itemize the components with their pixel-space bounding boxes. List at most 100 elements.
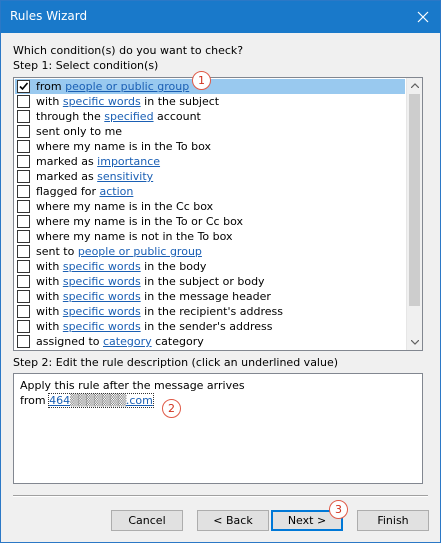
condition-row[interactable]: with specific words in the body [15, 259, 405, 274]
condition-text: marked as [36, 170, 98, 183]
condition-row[interactable]: marked as sensitivity [15, 169, 405, 184]
rule-description-box: Apply this rule after the message arrive… [13, 373, 423, 484]
condition-link[interactable]: specific words [63, 320, 141, 333]
condition-row[interactable]: marked as importance [15, 154, 405, 169]
condition-link[interactable]: sensitivity [97, 170, 153, 183]
condition-row[interactable]: with specific words in the message heade… [15, 289, 405, 304]
condition-link[interactable]: people or public group [65, 80, 189, 93]
condition-row[interactable]: where my name is not in the To box [15, 229, 405, 244]
cancel-button[interactable]: Cancel [111, 510, 183, 531]
condition-link[interactable]: action [100, 185, 134, 198]
condition-text: where my name is in the To or Cc box [36, 215, 243, 228]
condition-text: assigned to [36, 335, 103, 348]
condition-link[interactable]: importance [97, 155, 160, 168]
window-title: Rules Wizard [10, 9, 88, 23]
checkbox-icon[interactable] [17, 200, 30, 213]
condition-link[interactable]: people or public group [78, 245, 202, 258]
checkbox-icon[interactable] [17, 230, 30, 243]
annotation-badge-2: 2 [162, 399, 181, 418]
checkbox-icon[interactable] [17, 155, 30, 168]
condition-text-suffix: account [153, 110, 201, 123]
conditions-list[interactable]: from people or public group with specific… [13, 77, 423, 351]
condition-link[interactable]: specific words [63, 305, 141, 318]
condition-text: where my name is not in the To box [36, 230, 233, 243]
checkbox-icon[interactable] [17, 125, 30, 138]
condition-row[interactable]: with specific words in the sender's addr… [15, 319, 405, 334]
from-address-obscured: ▒▒▒▒▒▒▒ [70, 394, 126, 407]
condition-text: flagged for [36, 185, 100, 198]
condition-row[interactable]: through the specified account [15, 109, 405, 124]
scroll-down-icon[interactable] [407, 335, 422, 350]
condition-link[interactable]: specific words [63, 290, 141, 303]
condition-row[interactable]: with specific words in the subject [15, 94, 405, 109]
question-label: Which condition(s) do you want to check? [13, 44, 244, 57]
condition-row[interactable]: where my name is in the To or Cc box [15, 214, 405, 229]
condition-text: sent to [36, 245, 78, 258]
checkbox-icon[interactable] [17, 140, 30, 153]
finish-button[interactable]: Finish [357, 510, 429, 531]
back-button[interactable]: < Back [197, 510, 269, 531]
condition-text-suffix: in the body [140, 260, 207, 273]
condition-text: through the [36, 110, 105, 123]
from-address-link[interactable]: 464▒▒▒▒▒▒▒.com [48, 393, 154, 408]
condition-text: where my name is in the To box [36, 140, 212, 153]
checkbox-icon[interactable] [17, 245, 30, 258]
scroll-up-icon[interactable] [407, 78, 422, 93]
condition-row[interactable]: where my name is in the To box [15, 139, 405, 154]
condition-row[interactable]: sent only to me [15, 124, 405, 139]
condition-text-suffix: in the message header [140, 290, 271, 303]
checkbox-icon[interactable] [17, 260, 30, 273]
condition-text: sent only to me [36, 125, 123, 138]
condition-text: with [36, 95, 63, 108]
condition-link[interactable]: specific words [63, 260, 141, 273]
checkbox-icon[interactable] [17, 110, 30, 123]
condition-text: with [36, 260, 63, 273]
condition-link[interactable]: specific words [63, 95, 141, 108]
checkbox-icon[interactable] [17, 290, 30, 303]
condition-row[interactable]: flagged for action [15, 184, 405, 199]
scrollbar-thumb[interactable] [409, 94, 420, 306]
annotation-badge-1: 1 [192, 71, 211, 90]
condition-text-suffix: in the subject or body [140, 275, 265, 288]
condition-text-suffix: in the recipient's address [140, 305, 283, 318]
condition-text-suffix: in the subject [140, 95, 220, 108]
condition-text: where my name is in the Cc box [36, 200, 214, 213]
checkbox-icon[interactable] [17, 335, 30, 348]
close-icon[interactable] [406, 1, 440, 33]
description-line-2: from 464▒▒▒▒▒▒▒.com [20, 393, 154, 408]
condition-text-suffix: category [151, 335, 204, 348]
description-line-1: Apply this rule after the message arrive… [20, 379, 245, 392]
from-address-end: .com [125, 394, 153, 407]
condition-row[interactable]: with specific words in the subject or bo… [15, 274, 405, 289]
checkbox-icon[interactable] [17, 275, 30, 288]
from-address-start: 464 [49, 394, 71, 407]
condition-row[interactable]: sent to people or public group [15, 244, 405, 259]
condition-link[interactable]: specified [104, 110, 153, 123]
condition-text: with [36, 305, 63, 318]
checkbox-icon[interactable] [17, 185, 30, 198]
checkbox-icon[interactable] [17, 170, 30, 183]
checkbox-icon[interactable] [17, 95, 30, 108]
vertical-scrollbar[interactable] [406, 78, 422, 350]
checkbox-icon[interactable] [17, 305, 30, 318]
condition-row[interactable]: with specific words in the recipient's a… [15, 304, 405, 319]
condition-link[interactable]: specific words [63, 275, 141, 288]
condition-row[interactable]: where my name is in the Cc box [15, 199, 405, 214]
condition-text: with [36, 275, 63, 288]
condition-text: marked as [36, 155, 98, 168]
condition-row[interactable]: assigned to category category [15, 334, 405, 349]
from-prefix: from [20, 394, 50, 407]
checkbox-icon[interactable] [17, 215, 30, 228]
rules-wizard-window: Rules Wizard Which condition(s) do you w… [0, 0, 441, 543]
step2-label: Step 2: Edit the rule description (click… [13, 356, 339, 369]
condition-text-suffix: in the sender's address [140, 320, 273, 333]
annotation-badge-3: 3 [329, 500, 348, 519]
step1-label: Step 1: Select condition(s) [13, 59, 159, 72]
checkbox-checked-icon[interactable] [17, 80, 30, 93]
button-separator [13, 495, 428, 497]
condition-text: with [36, 320, 63, 333]
condition-link[interactable]: category [103, 335, 152, 348]
condition-text: with [36, 290, 63, 303]
checkbox-icon[interactable] [17, 320, 30, 333]
title-bar: Rules Wizard [1, 1, 440, 33]
